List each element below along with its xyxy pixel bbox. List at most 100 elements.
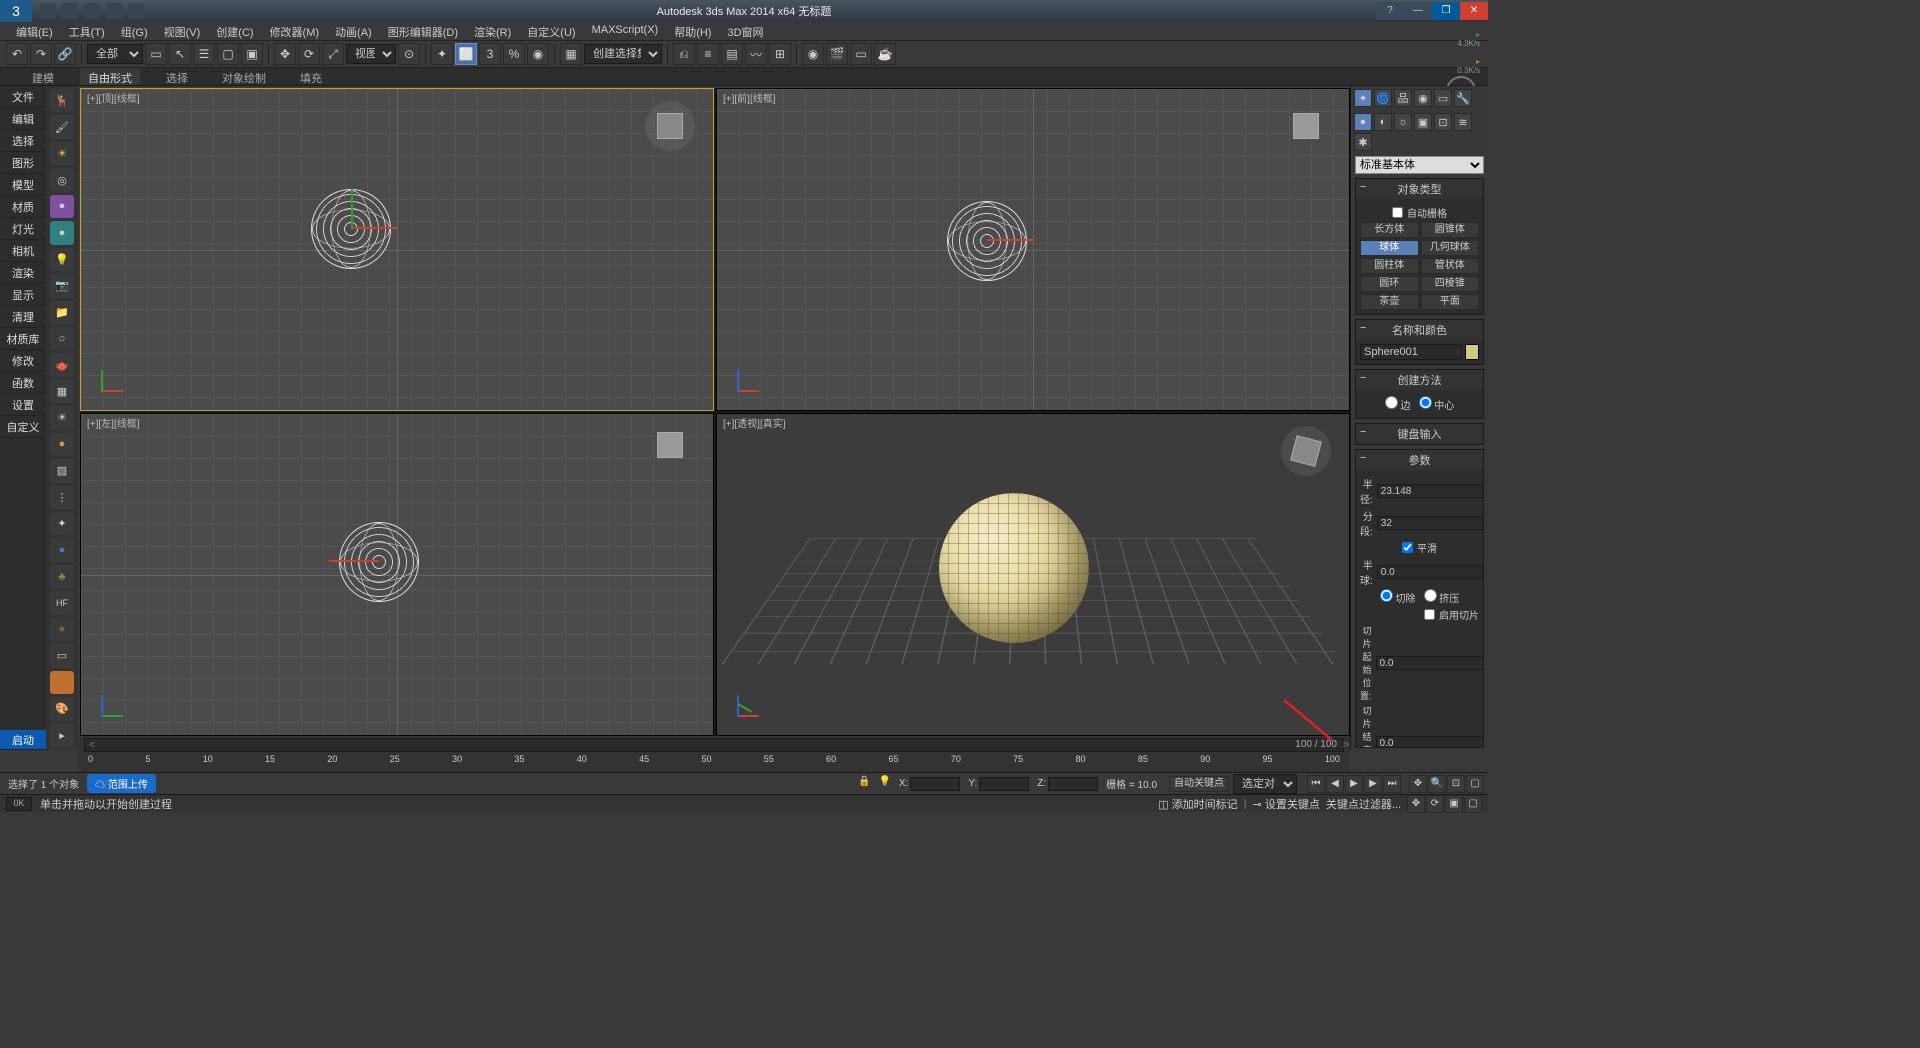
menu-item[interactable]: 3D窗网 bbox=[719, 22, 771, 40]
manip-icon[interactable]: ✦ bbox=[431, 43, 453, 65]
viewcube-front[interactable] bbox=[1281, 101, 1331, 151]
autogrid-checkbox[interactable] bbox=[1392, 207, 1403, 218]
left-category[interactable]: 灯光 bbox=[0, 218, 46, 240]
qat-link[interactable] bbox=[84, 3, 100, 19]
sun-icon[interactable]: ☀ bbox=[50, 406, 74, 429]
script-mini-listener[interactable]: 0K bbox=[6, 797, 32, 811]
slice-to-spinner[interactable] bbox=[1376, 736, 1485, 748]
spacewarps-icon[interactable]: ≋ bbox=[1454, 113, 1472, 131]
rollout-header[interactable]: 名称和颜色 bbox=[1356, 320, 1483, 340]
window-crossing-icon[interactable]: ▣ bbox=[241, 43, 263, 65]
shapes-icon[interactable]: ◐ bbox=[1374, 113, 1392, 131]
palette-icon[interactable]: 🎨 bbox=[50, 697, 74, 720]
restore-button[interactable]: ❐ bbox=[1432, 2, 1460, 20]
z-coord-input[interactable] bbox=[1048, 777, 1098, 791]
systems-icon[interactable]: ✱ bbox=[1354, 133, 1372, 151]
circle-icon[interactable]: ○ bbox=[50, 327, 74, 350]
left-category[interactable]: 文件 bbox=[0, 86, 46, 108]
menu-item[interactable]: 动画(A) bbox=[327, 22, 380, 40]
primitive-button[interactable]: 长方体 bbox=[1360, 222, 1419, 238]
left-category[interactable]: 渲染 bbox=[0, 262, 46, 284]
viewport-top[interactable]: [+][顶][线框] bbox=[80, 88, 714, 411]
percent-snap-icon[interactable]: % bbox=[503, 43, 525, 65]
ribbon-tab[interactable]: 填充 bbox=[292, 68, 330, 85]
move-icon[interactable]: ✥ bbox=[274, 43, 296, 65]
snap-toggle-icon[interactable]: ⬜ bbox=[455, 43, 477, 65]
qat-more[interactable] bbox=[128, 3, 144, 19]
lock-icon[interactable]: 🔒 bbox=[858, 776, 870, 791]
viewport-max-icon[interactable]: ▢ bbox=[1466, 775, 1484, 793]
viewport-pan-icon[interactable]: ✥ bbox=[1409, 775, 1427, 793]
slice-on-checkbox[interactable] bbox=[1424, 609, 1435, 620]
pivot-icon[interactable]: ⊙ bbox=[398, 43, 420, 65]
object-color-swatch[interactable] bbox=[1465, 344, 1479, 360]
geometry-icon[interactable]: ● bbox=[1354, 113, 1372, 131]
nav-pan-icon[interactable]: ✥ bbox=[1407, 795, 1425, 813]
viewport-front[interactable]: [+][前][线框] bbox=[716, 88, 1350, 411]
layers-icon[interactable]: ▤ bbox=[721, 43, 743, 65]
scale-icon[interactable]: ⤢ bbox=[322, 43, 344, 65]
viewport-front-label[interactable]: [+][前][线框] bbox=[723, 90, 776, 105]
set-key-button[interactable]: ⊸ 设置关键点 bbox=[1253, 796, 1320, 812]
rotate-icon[interactable]: ⟳ bbox=[298, 43, 320, 65]
menu-item[interactable]: 图形编辑器(D) bbox=[380, 22, 466, 40]
add-time-tag[interactable]: ◫ 添加时间标记 bbox=[1158, 796, 1237, 812]
left-category[interactable]: 材质 bbox=[0, 196, 46, 218]
teapot-icon[interactable]: 🫖 bbox=[50, 353, 74, 376]
select-object-icon[interactable]: ↖ bbox=[169, 43, 191, 65]
named-selection-select[interactable]: 创建选择集 bbox=[584, 44, 662, 64]
align-icon[interactable]: ≡ bbox=[697, 43, 719, 65]
spinner-snap-icon[interactable]: ◉ bbox=[527, 43, 549, 65]
menu-item[interactable]: 编辑(E) bbox=[8, 22, 61, 40]
material-editor-icon[interactable]: ◉ bbox=[802, 43, 824, 65]
sun-yellow-icon[interactable]: ☀ bbox=[50, 142, 74, 165]
menu-item[interactable]: 组(G) bbox=[113, 22, 156, 40]
purple-sphere-icon[interactable]: ● bbox=[50, 195, 74, 218]
render-icon[interactable]: ☕ bbox=[874, 43, 896, 65]
mirror-icon[interactable]: ⎌ bbox=[673, 43, 695, 65]
menu-item[interactable]: MAXScript(X) bbox=[584, 22, 667, 40]
ribbon-tab[interactable]: 选择 bbox=[158, 68, 196, 85]
edged-faces-icon[interactable]: ▦ bbox=[560, 43, 582, 65]
viewport-left[interactable]: [+][左][线框] bbox=[80, 413, 714, 736]
menu-item[interactable]: 修改器(M) bbox=[262, 22, 328, 40]
star-icon[interactable]: ✦ bbox=[50, 512, 74, 535]
time-slider[interactable]: < 100 / 100 > bbox=[84, 738, 1344, 752]
left-category[interactable]: 相机 bbox=[0, 240, 46, 262]
primitive-button[interactable]: 圆柱体 bbox=[1360, 258, 1419, 274]
upload-button[interactable]: ☁ 范围上传 bbox=[87, 774, 156, 793]
play-button-icon[interactable]: ▶ bbox=[1345, 775, 1363, 793]
viewport-zoom-icon[interactable]: 🔍 bbox=[1428, 775, 1446, 793]
sphere-object[interactable] bbox=[939, 493, 1089, 643]
select-name-icon[interactable]: ☰ bbox=[193, 43, 215, 65]
qat-undo[interactable] bbox=[40, 3, 56, 19]
hf-icon[interactable]: HF bbox=[50, 591, 74, 614]
rollout-header[interactable]: 参数 bbox=[1356, 450, 1483, 470]
hatch-icon[interactable]: ▨ bbox=[50, 459, 74, 482]
folder-icon[interactable]: 📁 bbox=[50, 301, 74, 324]
hierarchy-tab-icon[interactable]: 品 bbox=[1394, 89, 1412, 107]
goto-start-icon[interactable]: ⏮ bbox=[1307, 775, 1325, 793]
target-icon[interactable]: ◎ bbox=[50, 168, 74, 191]
viewport-top-label[interactable]: [+][顶][线框] bbox=[87, 90, 140, 105]
grass-icon[interactable]: ♣ bbox=[50, 565, 74, 588]
menu-item[interactable]: 帮助(H) bbox=[666, 22, 719, 40]
left-category[interactable]: 模型 bbox=[0, 174, 46, 196]
smooth-checkbox[interactable] bbox=[1402, 542, 1413, 553]
viewport-persp-label[interactable]: [+][透视][真实] bbox=[723, 415, 786, 430]
rollout-header[interactable]: 对象类型 bbox=[1356, 179, 1483, 199]
primitive-button[interactable]: 四棱锥 bbox=[1421, 276, 1480, 292]
motion-tab-icon[interactable]: ◉ bbox=[1414, 89, 1432, 107]
method-center-radio[interactable]: 中心 bbox=[1419, 396, 1455, 412]
camera-icon[interactable]: 📷 bbox=[50, 274, 74, 297]
left-category[interactable]: 编辑 bbox=[0, 108, 46, 130]
chop-radio[interactable]: 切除 bbox=[1380, 589, 1416, 605]
modify-tab-icon[interactable]: 🌀 bbox=[1374, 89, 1392, 107]
viewcube-top[interactable] bbox=[645, 101, 695, 151]
minimize-button[interactable]: — bbox=[1404, 2, 1432, 20]
schematic-icon[interactable]: ⊞ bbox=[769, 43, 791, 65]
slice-from-spinner[interactable] bbox=[1376, 656, 1485, 670]
nav-zoom-ext-icon[interactable]: ▣ bbox=[1445, 795, 1463, 813]
left-category[interactable]: 选择 bbox=[0, 130, 46, 152]
help-button[interactable]: ? bbox=[1376, 2, 1404, 20]
